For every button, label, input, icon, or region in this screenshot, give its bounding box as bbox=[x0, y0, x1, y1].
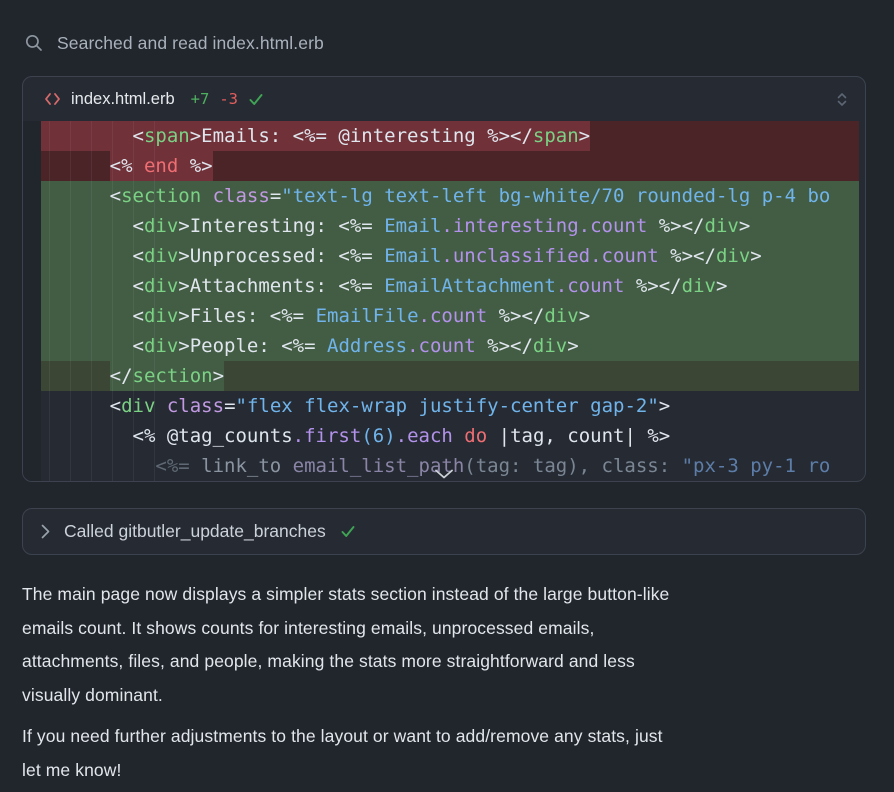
assistant-paragraph: If you need further adjustments to the l… bbox=[22, 720, 870, 787]
code-line: <div class="flex flex-wrap justify-cente… bbox=[23, 391, 865, 421]
code-line: <div>Attachments: <%= EmailAttachment.co… bbox=[23, 271, 865, 301]
code-diff-header[interactable]: index.html.erb +7 -3 bbox=[23, 77, 865, 121]
code-line: </section> bbox=[23, 361, 865, 391]
code-diff-content[interactable]: <span>Emails: <%= @interesting %></span>… bbox=[23, 121, 865, 481]
code-lines: <span>Emails: <%= @interesting %></span>… bbox=[23, 121, 865, 481]
code-line: <section class="text-lg text-left bg-whi… bbox=[23, 181, 865, 211]
code-line: <div>Interesting: <%= Email.interesting.… bbox=[23, 211, 865, 241]
code-icon bbox=[44, 92, 61, 106]
check-icon bbox=[340, 524, 356, 539]
tool-call-row[interactable]: Called gitbutler_update_branches bbox=[22, 508, 866, 555]
code-line: <div>Unprocessed: <%= Email.unclassified… bbox=[23, 241, 865, 271]
code-line: <% end %> bbox=[23, 151, 865, 181]
status-header-text: Searched and read index.html.erb bbox=[57, 33, 324, 54]
code-line: <% @tag_counts.first(6).each do |tag, co… bbox=[23, 421, 865, 451]
code-scrollbar-gutter[interactable] bbox=[859, 121, 865, 481]
status-header-row[interactable]: Searched and read index.html.erb bbox=[24, 30, 870, 56]
chevron-right-icon bbox=[41, 524, 50, 539]
check-icon bbox=[248, 92, 264, 107]
code-line: <div>People: <%= Address.count %></div> bbox=[23, 331, 865, 361]
code-line: <span>Emails: <%= @interesting %></span> bbox=[23, 121, 865, 151]
assistant-paragraph: The main page now displays a simpler sta… bbox=[22, 578, 870, 712]
agent-panel: Searched and read index.html.erb index.h… bbox=[0, 0, 894, 792]
unfold-icon[interactable] bbox=[835, 91, 849, 108]
assistant-message: The main page now displays a simpler sta… bbox=[0, 578, 894, 787]
code-line: <div>Files: <%= EmailFile.count %></div> bbox=[23, 301, 865, 331]
chevron-down-icon bbox=[435, 469, 454, 480]
diff-deletions-count: -3 bbox=[219, 90, 238, 108]
diff-filename: index.html.erb bbox=[71, 90, 175, 109]
code-diff-card: index.html.erb +7 -3 <span>Emails: <%= @… bbox=[22, 76, 866, 482]
tool-call-text: Called gitbutler_update_branches bbox=[64, 521, 326, 542]
search-icon bbox=[24, 33, 44, 53]
diff-additions-count: +7 bbox=[191, 90, 210, 108]
